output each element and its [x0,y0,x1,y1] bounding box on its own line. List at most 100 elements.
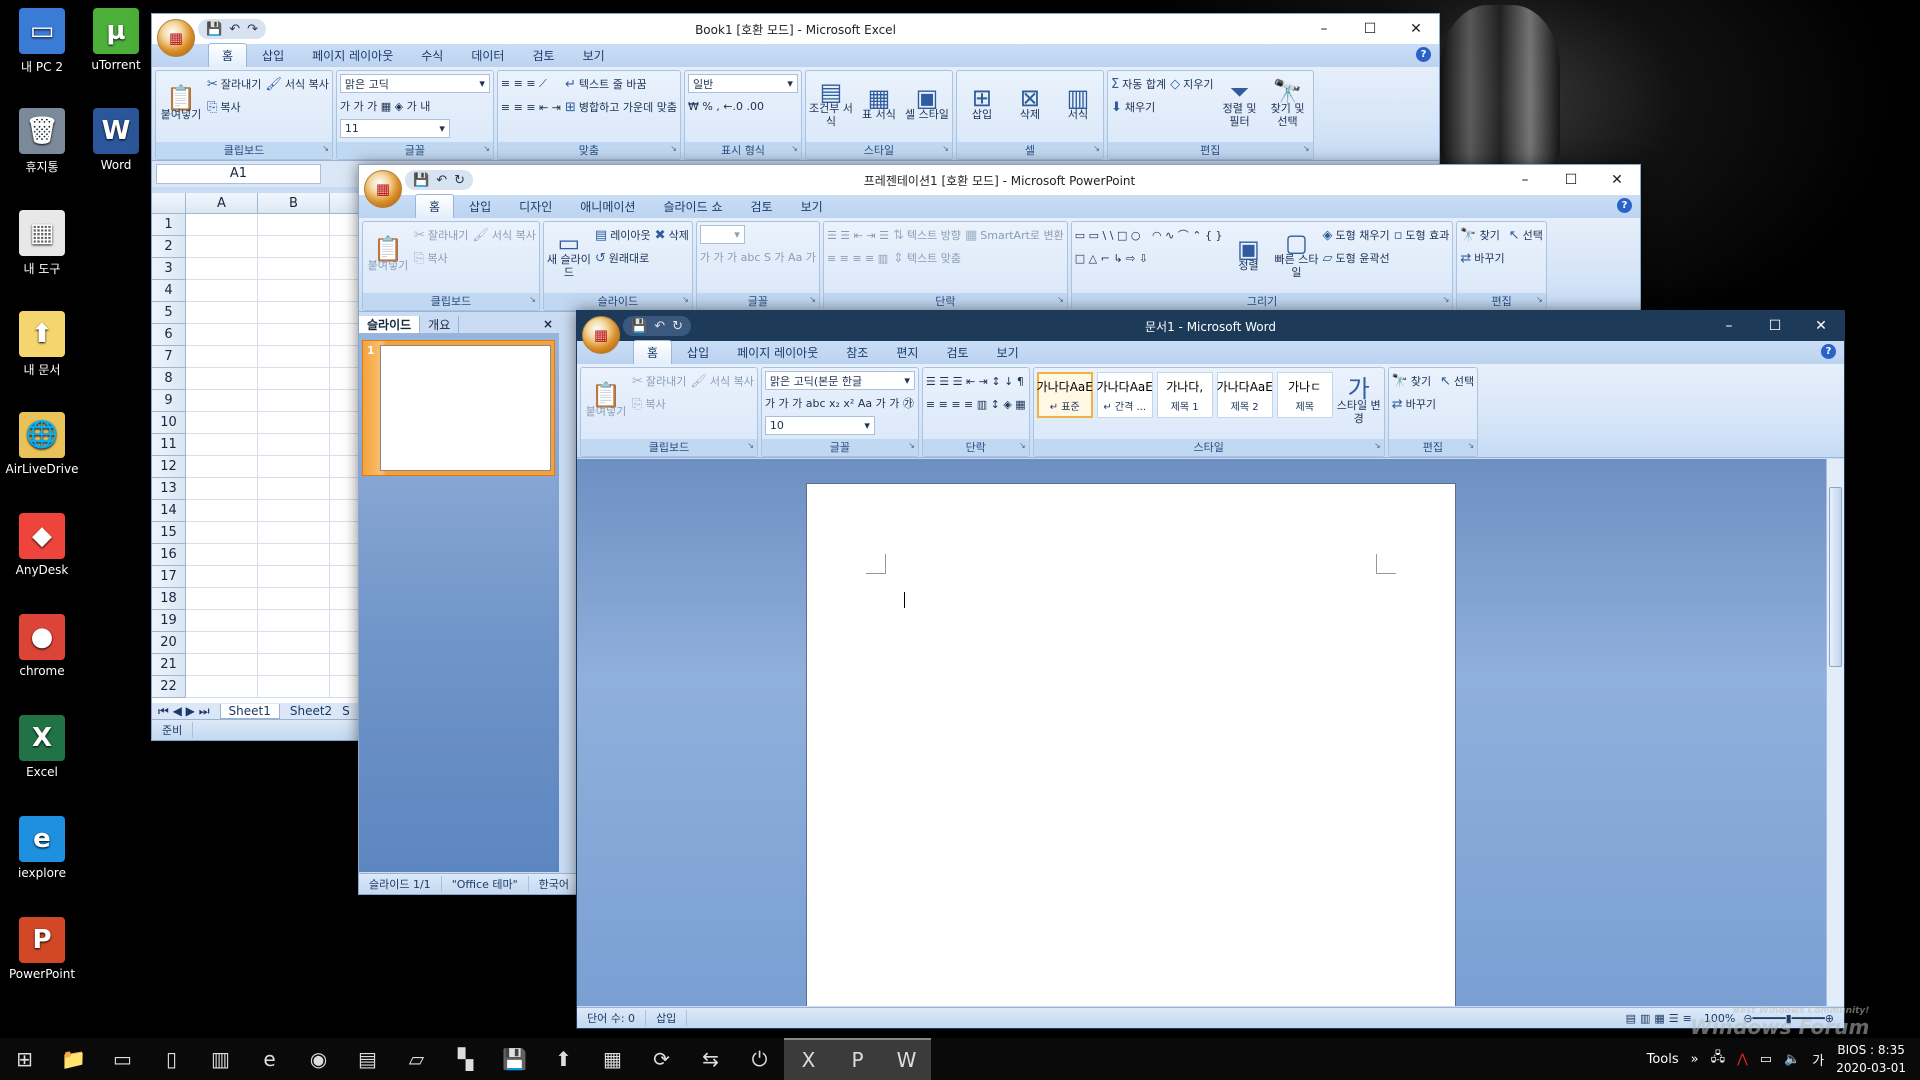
chrome-icon[interactable]: ◉ [294,1038,343,1080]
font-format-icons[interactable]: 가 가 가 ▦ ◈ 가 내 [340,95,490,117]
ribbon-button[interactable]: ⊠ 삭제 [1008,73,1052,140]
document-page[interactable] [806,483,1456,1006]
tab-5[interactable]: 검토 [933,341,981,364]
tab-0[interactable]: 홈 [208,43,248,67]
ribbon-button[interactable]: ⇅ 텍스트 방향 [893,224,961,246]
app-tray-icon[interactable]: ⋀ [1737,1052,1748,1067]
desktop-icon[interactable]: 🗑 휴지통 [2,108,82,175]
dialog-launcher-icon[interactable]: ↘ [809,295,816,304]
tab-slides[interactable]: 슬라이드 [359,315,421,333]
floppy-save-icon[interactable]: 💾 [490,1038,539,1080]
network-icon[interactable]: 🖧 [1711,1048,1726,1070]
remote-icon[interactable]: ⇆ [686,1038,735,1080]
tablet-icon[interactable]: ▯ [147,1038,196,1080]
row-header[interactable]: 21 [152,654,186,676]
view-buttons[interactable]: ▤▥▦☰≡ [1626,1012,1696,1025]
row-header[interactable]: 1 [152,214,186,236]
desktop-icon[interactable]: 🌐 AirLiveDrive [2,412,82,476]
row-header[interactable]: 6 [152,324,186,346]
dialog-launcher-icon[interactable]: ↘ [483,144,490,153]
office-button[interactable]: ▦ [157,19,195,57]
ribbon-button[interactable]: ✂ 잘라내기 [632,370,686,392]
tab-1[interactable]: 삽입 [674,341,722,364]
font-name-combo[interactable]: ▾ [699,225,745,244]
help-icon[interactable]: ? [1416,47,1431,62]
ribbon-button[interactable]: ⇄ 바꾸기 [1460,247,1504,269]
my-tools-icon[interactable]: ▦ [588,1038,637,1080]
close-button[interactable]: ✕ [1798,311,1844,341]
ribbon-button[interactable]: ↖ 선택 [1509,224,1543,246]
dialog-launcher-icon[interactable]: ↘ [1443,295,1450,304]
sheet-tab[interactable]: Sheet2 [290,704,332,718]
internet-explorer-icon[interactable]: e [245,1038,294,1080]
row-header[interactable]: 9 [152,390,186,412]
dialog-launcher-icon[interactable]: ↘ [791,144,798,153]
desktop-icon[interactable]: e iexplore [2,816,82,880]
dialog-launcher-icon[interactable]: ↘ [529,295,536,304]
command-prompt-icon[interactable]: ▭ [98,1038,147,1080]
ribbon-button[interactable]: ▦ 표 서식 [857,73,901,140]
ribbon-button[interactable]: ▣ 정렬 [1226,224,1270,291]
file-explorer-icon[interactable]: 📁 [49,1038,98,1080]
tab-5[interactable]: 검토 [519,44,567,67]
ribbon-button[interactable]: ⇄ 바꾸기 [1392,393,1436,415]
tab-2[interactable]: 페이지 레이아웃 [299,44,406,67]
slide-thumbnail[interactable]: 1 [362,340,555,476]
word-icon[interactable]: W [882,1038,931,1080]
ribbon-button[interactable]: ⎘ 복사 [207,96,261,118]
ribbon-button[interactable]: ◇ 지우기 [1170,73,1213,95]
scrollbar-thumb[interactable] [1829,487,1842,667]
undo-icon[interactable]: ↶ [229,22,240,37]
redo-icon[interactable]: ↻ [672,319,683,334]
row-header[interactable]: 22 [152,676,186,698]
dialog-launcher-icon[interactable]: ↘ [670,144,677,153]
row-header[interactable]: 11 [152,434,186,456]
ribbon-button[interactable]: ▭ 새 슬라이드 [547,224,591,291]
list-icons[interactable]: ☰ ☰ ⇤ ⇥ ☰ [827,224,889,246]
minimize-button[interactable]: – [1502,165,1548,195]
dialog-launcher-icon[interactable]: ↘ [747,441,754,450]
save-icon[interactable]: 💾 [631,319,647,334]
font-format-icons[interactable]: 가 가 가 abc S 가 Aa 가 [700,246,816,268]
ribbon-button[interactable]: ▫ 도형 효과 [1394,224,1450,246]
grid-tool-icon[interactable]: ▚ [441,1038,490,1080]
undo-icon[interactable]: ↶ [436,173,447,188]
dialog-launcher-icon[interactable]: ↘ [1019,441,1026,450]
ribbon-button[interactable]: ◈ 도형 채우기 [1322,224,1389,246]
maximize-button[interactable]: ☐ [1548,165,1594,195]
ribbon-button[interactable]: 🔭 찾기 및 선택 [1266,73,1310,140]
insert-mode[interactable]: 삽입 [646,1010,688,1026]
dialog-launcher-icon[interactable]: ↘ [1303,144,1310,153]
ribbon-button[interactable]: ⎘ 복사 [414,247,468,269]
shapes-gallery-row2[interactable]: □ △ ⌐ ↳ ⇨ ⇩ [1075,247,1148,269]
style-title[interactable]: 가나ㄷ 제목 [1276,372,1333,418]
office-button[interactable]: ▦ [364,170,402,208]
ribbon-button[interactable]: ↖ 선택 [1440,370,1474,392]
help-icon[interactable]: ? [1821,344,1836,359]
tab-5[interactable]: 검토 [737,195,785,218]
office-button[interactable]: ▦ [582,316,620,354]
list-icons[interactable]: ☰ ☰ ☰ ⇤ ⇥ ↕ ↓ ¶ [926,370,1026,392]
column-header[interactable]: A [186,193,258,214]
power-icon[interactable]: ⏻ [735,1038,784,1080]
tab-outline[interactable]: 개요 [420,315,460,333]
ribbon-button[interactable]: 🖌 서식 복사 [472,224,536,246]
close-button[interactable]: ✕ [1393,14,1439,44]
tab-3[interactable]: 애니메이션 [567,195,648,218]
tab-1[interactable]: 삽입 [456,195,504,218]
status-language[interactable]: 한국어 [529,876,581,892]
row-header[interactable]: 10 [152,412,186,434]
style-normal[interactable]: 가나다AaE ↵ 표준 [1037,372,1093,418]
dialog-launcher-icon[interactable]: ↘ [1374,441,1381,450]
save-icon[interactable]: 💾 [206,22,222,37]
desktop-icon[interactable]: W Word [76,108,156,172]
tab-2[interactable]: 페이지 레이아웃 [724,341,831,364]
align-horizontal-icons[interactable]: ≡ ≡ ≡ ⇤ ⇥ [501,96,561,118]
ribbon-button[interactable]: ↺ 원래대로 [595,247,651,269]
redo-icon[interactable]: ↷ [247,22,258,37]
excel-icon[interactable]: X [784,1038,833,1080]
ribbon-button[interactable]: ⏷ 정렬 및 필터 [1218,73,1262,140]
ribbon-button[interactable]: 📋 붙여넣기 [159,73,203,140]
desktop-icon[interactable]: ▭ 내 PC 2 [2,8,82,75]
ribbon-button[interactable]: 🔭 찾기 [1460,224,1504,246]
